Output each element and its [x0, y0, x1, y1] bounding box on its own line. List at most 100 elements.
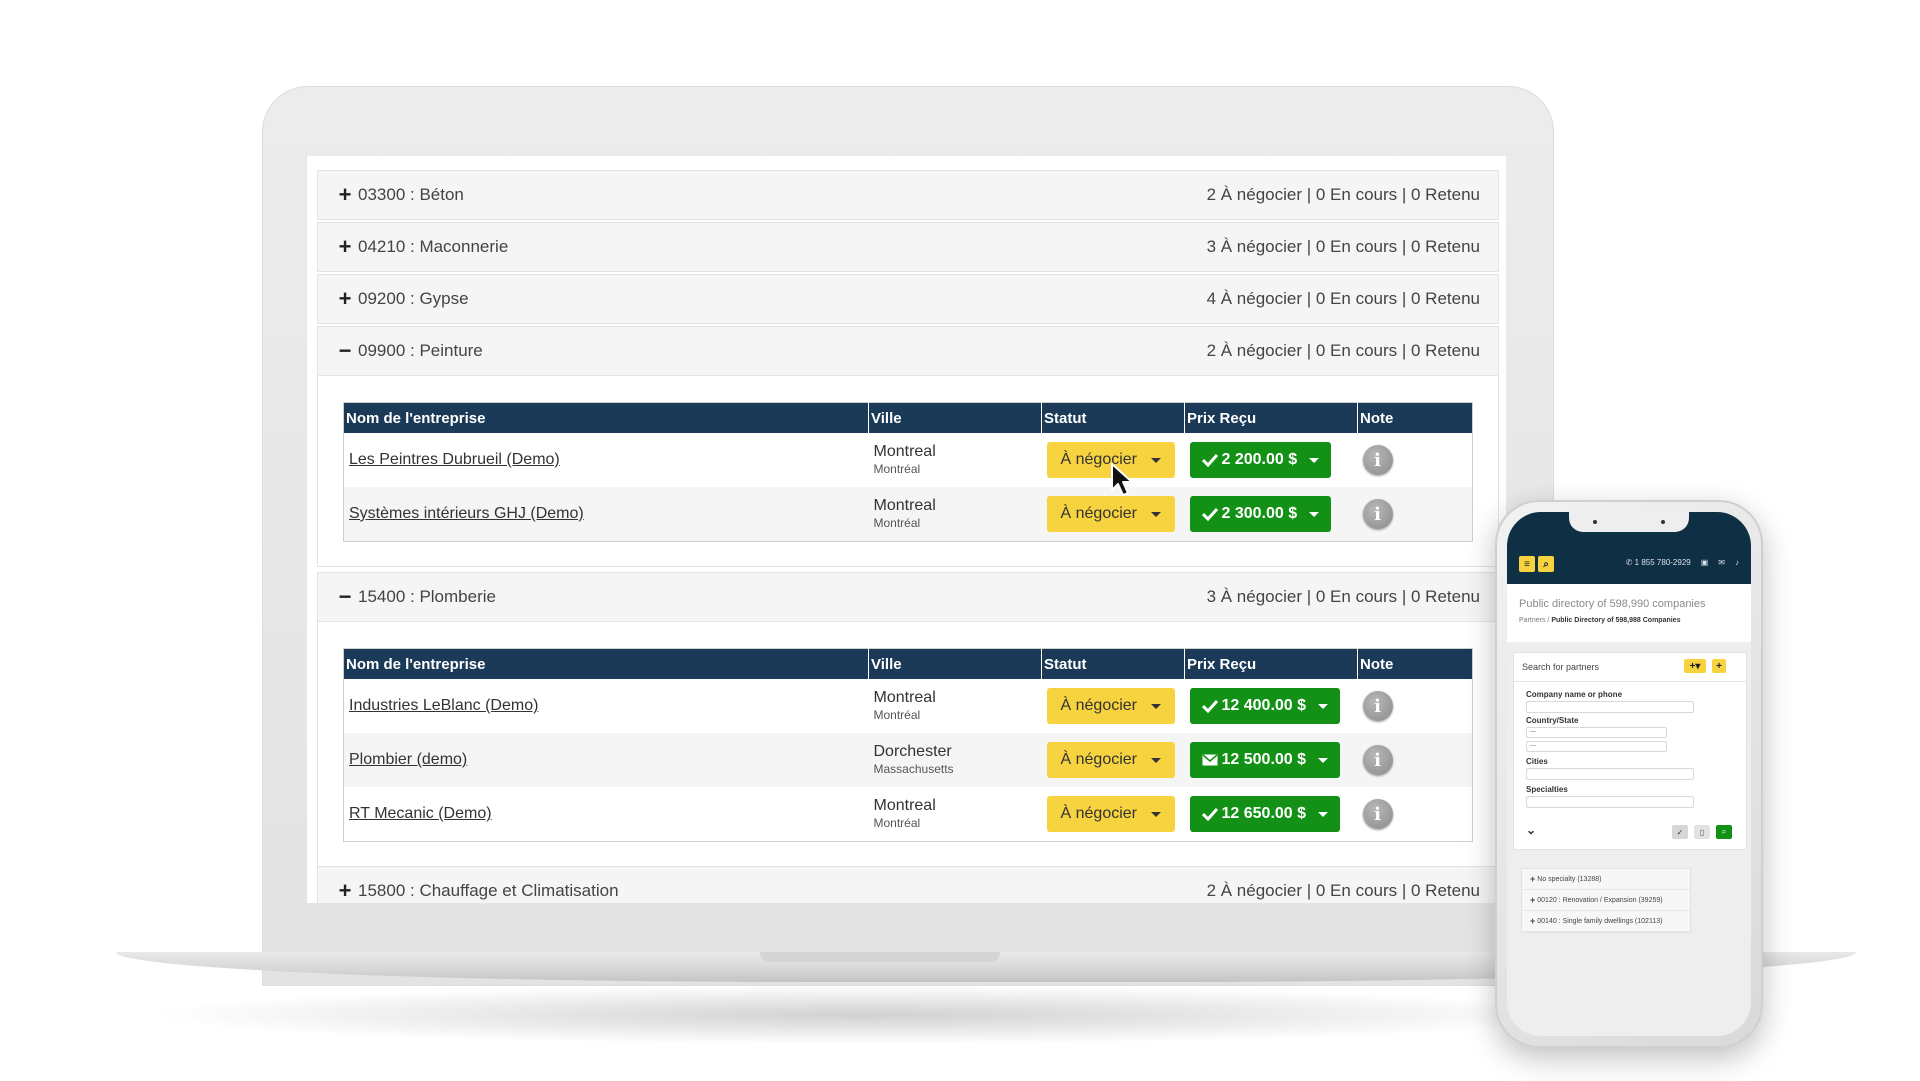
list-item-label: 00120 : Renovation / Expansion (39259): [1537, 896, 1663, 904]
trash-icon[interactable]: ▯: [1694, 825, 1710, 839]
section-header[interactable]: +15800 : Chauffage et Climatisation 2 À …: [318, 867, 1498, 903]
list-item[interactable]: +00140 : Single family dwellings (102113…: [1522, 911, 1690, 932]
price-label: 2 300.00 $: [1221, 505, 1298, 522]
price-dropdown[interactable]: 2 200.00 $: [1189, 442, 1332, 478]
breadcrumb: Partners / Public Directory of 598,988 C…: [1519, 617, 1680, 624]
plus-icon[interactable]: +: [336, 880, 354, 902]
info-icon[interactable]: i: [1362, 799, 1393, 829]
screen-content: +03300 : Béton 2 À négocier | 0 En cours…: [306, 156, 1506, 903]
phone-notch: [1569, 512, 1689, 532]
status-dropdown[interactable]: À négocier: [1046, 688, 1175, 724]
section-summary: 2 À négocier | 0 En cours | 0 Retenu: [1206, 881, 1480, 900]
phone-page-header: [1507, 584, 1751, 642]
calendar-icon[interactable]: ▣: [1701, 558, 1709, 567]
table-row: Plombier (demo) Dorchester Massachusetts …: [343, 733, 1473, 787]
phone-number[interactable]: ✆ 1 855 780-2929: [1626, 558, 1691, 567]
plus-icon[interactable]: +: [336, 288, 354, 310]
price-dropdown[interactable]: 12 500.00 $: [1189, 742, 1341, 778]
plus-icon: +: [1530, 895, 1536, 905]
status-dropdown[interactable]: À négocier: [1046, 742, 1175, 778]
section-header[interactable]: +03300 : Béton 2 À négocier | 0 En cours…: [318, 171, 1498, 219]
check-icon[interactable]: ✓: [1672, 825, 1688, 839]
company-link[interactable]: Systèmes intérieurs GHJ (Demo): [349, 505, 584, 522]
mouse-cursor-icon: [1111, 463, 1133, 496]
info-icon[interactable]: i: [1362, 745, 1393, 775]
company-link[interactable]: Les Peintres Dubrueil (Demo): [349, 451, 560, 468]
minus-icon[interactable]: −: [336, 340, 354, 362]
company-link[interactable]: Plombier (demo): [349, 751, 467, 768]
section-label: 15400 : Plomberie: [358, 587, 496, 606]
status-label: À négocier: [1060, 697, 1138, 714]
price-dropdown[interactable]: 12 650.00 $: [1189, 796, 1341, 832]
col-company: Nom de l'entreprise: [343, 402, 869, 433]
price-dropdown[interactable]: 2 300.00 $: [1189, 496, 1332, 532]
caret-down-icon: [1318, 703, 1329, 709]
mail-icon[interactable]: ✉: [1718, 558, 1725, 567]
info-icon[interactable]: i: [1362, 691, 1393, 721]
section-summary: 2 À négocier | 0 En cours | 0 Retenu: [1206, 185, 1480, 204]
company-input[interactable]: [1526, 701, 1694, 713]
camera-dot: [1593, 520, 1597, 524]
plus-icon: +: [1530, 916, 1536, 926]
search-icon[interactable]: ⌕: [1716, 825, 1732, 839]
specialty-list: + No specialty (13288) +00120 : Renovatio…: [1521, 868, 1691, 933]
phone-screen: ≡ ⌕ ✆ 1 855 780-2929 ▣ ✉ ♪ Public direct…: [1507, 512, 1751, 1036]
section-label: 09900 : Peinture: [358, 341, 483, 360]
col-price: Prix Reçu: [1184, 648, 1358, 679]
search-icon[interactable]: ⌕: [1538, 556, 1554, 572]
section-09200[interactable]: +09200 : Gypse 4 À négocier | 0 En cours…: [317, 274, 1499, 324]
company-field-label: Company name or phone: [1526, 690, 1623, 699]
list-item[interactable]: +00120 : Renovation / Expansion (39259): [1522, 890, 1690, 911]
section-header[interactable]: −09900 : Peinture 2 À négocier | 0 En co…: [318, 327, 1498, 375]
table-header-row: Nom de l'entreprise Ville Statut Prix Re…: [343, 648, 1473, 679]
section-03300[interactable]: +03300 : Béton 2 À négocier | 0 En cours…: [317, 170, 1499, 220]
company-link[interactable]: RT Mecanic (Demo): [349, 805, 492, 822]
info-icon[interactable]: i: [1362, 499, 1393, 529]
section-header[interactable]: +09200 : Gypse 4 À négocier | 0 En cours…: [318, 275, 1498, 323]
country-field-label: Country/State: [1526, 716, 1579, 725]
section-header[interactable]: +04210 : Maconnerie 3 À négocier | 0 En …: [318, 223, 1498, 271]
company-link[interactable]: Industries LeBlanc (Demo): [349, 697, 538, 714]
section-15800[interactable]: +15800 : Chauffage et Climatisation 2 À …: [317, 866, 1499, 903]
search-label: Search for partners: [1522, 662, 1600, 672]
status-dropdown[interactable]: À négocier: [1046, 796, 1175, 832]
cities-input[interactable]: [1526, 768, 1694, 780]
section-header[interactable]: −15400 : Plomberie 3 À négocier | 0 En c…: [318, 573, 1498, 621]
city: Montreal: [873, 689, 936, 706]
table-row: Les Peintres Dubrueil (Demo) Montreal Mon…: [344, 433, 1473, 487]
envelope-icon: [1202, 754, 1217, 766]
col-note: Note: [1357, 402, 1473, 433]
section-04210[interactable]: +04210 : Maconnerie 3 À négocier | 0 En …: [317, 222, 1499, 272]
add-dropdown-button[interactable]: +▾: [1684, 659, 1706, 673]
chevron-double-down-icon[interactable]: ⌄: [1526, 823, 1536, 837]
sensor-dot: [1661, 520, 1665, 524]
region: Montréal: [873, 462, 921, 476]
state-select[interactable]: ---: [1526, 741, 1667, 752]
status-dropdown[interactable]: À négocier: [1046, 496, 1175, 532]
bell-icon[interactable]: ♪: [1735, 558, 1739, 567]
specialties-field-label: Specialties: [1526, 785, 1568, 794]
breadcrumb-parent[interactable]: Partners: [1519, 617, 1545, 624]
col-note: Note: [1357, 648, 1473, 679]
minus-icon[interactable]: −: [336, 586, 354, 608]
plus-icon[interactable]: +: [336, 236, 354, 258]
info-icon[interactable]: i: [1362, 445, 1393, 475]
table-header-row: Nom de l'entreprise Ville Statut Prix Re…: [343, 402, 1473, 433]
phone-top-right: ✆ 1 855 780-2929 ▣ ✉ ♪: [1626, 558, 1739, 567]
list-item[interactable]: + No specialty (13288): [1522, 869, 1690, 890]
plus-icon[interactable]: +: [336, 184, 354, 206]
section-label: 04210 : Maconnerie: [358, 237, 509, 256]
breadcrumb-current: Public Directory of 598,988 Companies: [1551, 617, 1681, 624]
menu-icon[interactable]: ≡: [1519, 556, 1535, 572]
phone-number-text: 1 855 780-2929: [1634, 558, 1691, 567]
list-item-label: No specialty (13288): [1537, 875, 1602, 883]
specialties-input[interactable]: [1526, 796, 1694, 808]
add-button[interactable]: +: [1712, 659, 1726, 673]
quotes-table: Nom de l'entreprise Ville Statut Prix Re…: [343, 402, 1473, 542]
section-summary: 3 À négocier | 0 En cours | 0 Retenu: [1206, 587, 1480, 606]
region: Montréal: [873, 516, 921, 530]
price-dropdown[interactable]: 12 400.00 $: [1189, 688, 1341, 724]
status-label: À négocier: [1060, 805, 1138, 822]
country-select[interactable]: ---: [1526, 727, 1667, 738]
price-label: 2 200.00 $: [1221, 451, 1298, 468]
